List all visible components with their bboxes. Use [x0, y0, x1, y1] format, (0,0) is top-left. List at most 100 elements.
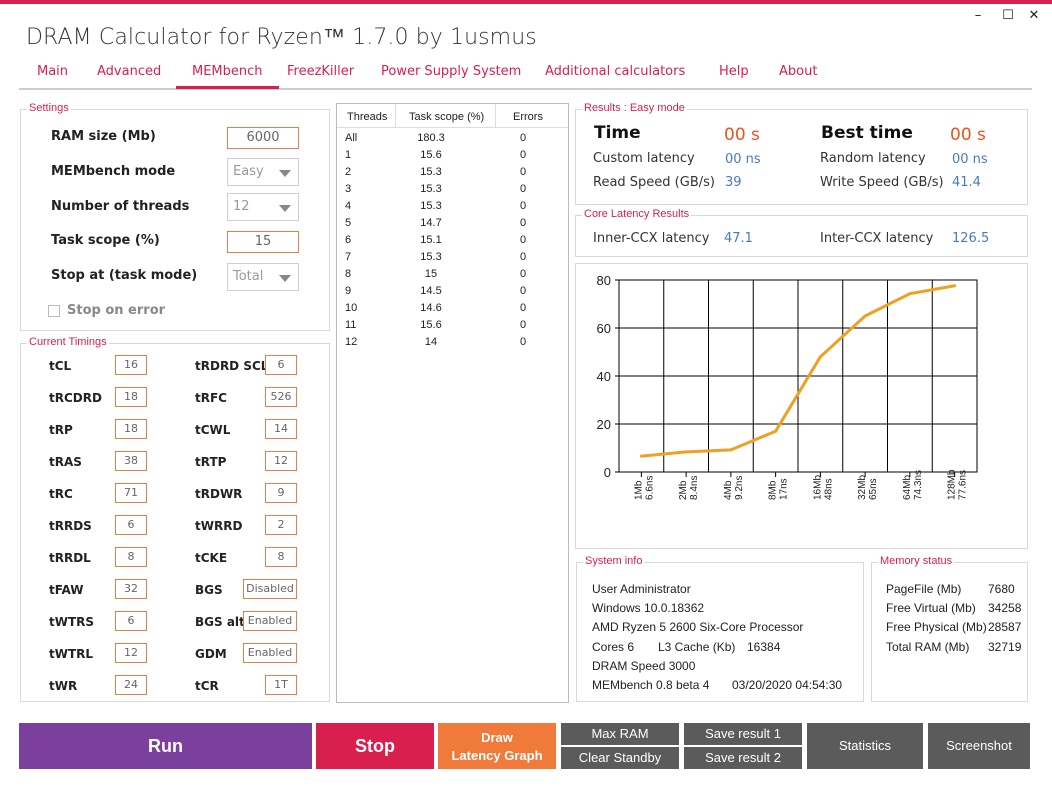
timing-label: tWTRL [49, 647, 94, 661]
timing-value: 9 [265, 483, 297, 503]
clear-standby-button[interactable]: Clear Standby [561, 747, 679, 769]
table-cell-scope: 14.5 [420, 285, 442, 297]
settings-group: Settings RAM size (Mb) 6000 MEMbench mod… [20, 102, 330, 331]
timing-value: Disabled [243, 579, 297, 599]
stop-button[interactable]: Stop [316, 723, 434, 769]
threads-select[interactable]: 12 [227, 193, 299, 221]
maximize-button[interactable]: ☐ [998, 8, 1018, 23]
random-latency-label: Random latency [820, 151, 926, 166]
read-speed-label: Read Speed (GB/s) [593, 175, 715, 190]
y-tick-label: 60 [597, 321, 611, 336]
stop-on-error-checkbox[interactable] [48, 305, 60, 317]
task-scope-label: Task scope (%) [51, 233, 160, 248]
minimize-button[interactable]: – [968, 8, 988, 23]
timing-value: 71 [115, 483, 147, 503]
table-cell-thread: 8 [345, 268, 352, 280]
accent-bar [0, 0, 1052, 4]
header-divider [495, 104, 496, 128]
threads-table: Threads Task scope (%) Errors All 180.3 0 1… [336, 103, 569, 703]
save-result-2-button[interactable]: Save result 2 [684, 747, 802, 769]
table-cell-scope: 15.3 [420, 166, 442, 178]
tab-power-supply[interactable]: Power Supply System [381, 64, 521, 79]
column-header-task-scope: Task scope (%) [409, 111, 485, 123]
tab-help[interactable]: Help [719, 64, 749, 79]
inner-ccx-value: 47.1 [724, 231, 753, 246]
timing-value: 1T [265, 675, 297, 695]
table-cell-scope: 15.3 [420, 200, 442, 212]
x-tick-label: 64Mb74.3ns [902, 470, 924, 500]
y-tick-label: 20 [597, 417, 611, 432]
memory-value: 32719 [988, 640, 1022, 654]
table-cell-thread: 10 [345, 302, 358, 314]
x-tick-label-line: 65ns [868, 478, 879, 500]
core-latency-group: Core Latency Results Inner-CCX latency 4… [575, 208, 1028, 257]
custom-latency-value: 00 ns [725, 152, 761, 167]
timings-group: Current Timings tCL 16 tRCDRD 18 tRP 18 … [20, 336, 330, 702]
y-tick-label: 80 [597, 273, 611, 288]
timing-value: 18 [115, 419, 147, 439]
data-point [639, 454, 643, 458]
table-cell-errors: 0 [519, 217, 527, 229]
table-cell-errors: 0 [519, 268, 527, 280]
app-title: DRAM Calculator for Ryzen™ 1.7.0 by 1usm… [26, 25, 537, 50]
save-result-1-button[interactable]: Save result 1 [684, 723, 802, 745]
timing-label: tRTP [195, 455, 227, 469]
table-cell-scope: 15.6 [420, 149, 442, 161]
datetime-info: 03/20/2020 04:54:30 [732, 678, 843, 692]
timing-label: tRP [49, 423, 73, 437]
tab-about[interactable]: About [779, 64, 817, 79]
tab-membench[interactable]: MEMbench [176, 64, 279, 89]
table-cell-errors: 0 [519, 319, 527, 331]
stop-at-select[interactable]: Total [227, 263, 299, 291]
close-button[interactable]: ✕ [1024, 8, 1044, 23]
tab-advanced[interactable]: Advanced [97, 64, 161, 79]
memory-label: Free Physical (Mb) [886, 620, 987, 634]
system-info-group: System info User Administrator Windows 1… [576, 555, 864, 702]
l3-cache-value: 16384 [747, 640, 781, 654]
statistics-button[interactable]: Statistics [807, 723, 923, 769]
x-tick-label: 2Mb8.4ns [678, 476, 700, 500]
table-cell-errors: 0 [519, 183, 527, 195]
task-scope-input[interactable]: 15 [227, 231, 299, 253]
memory-status-title: Memory status [878, 555, 955, 567]
tab-additional-calculators[interactable]: Additional calculators [545, 64, 685, 79]
column-header-errors: Errors [513, 111, 543, 123]
best-time-label: Best time [821, 123, 913, 143]
tab-main[interactable]: Main [37, 64, 68, 79]
data-point [729, 448, 733, 452]
table-cell-errors: 0 [519, 132, 527, 144]
inter-ccx-label: Inter-CCX latency [820, 231, 934, 246]
timing-label: tRCDRD [49, 391, 102, 405]
ram-size-input[interactable]: 6000 [227, 127, 299, 149]
timing-label: tRDWR [195, 487, 243, 501]
max-ram-button[interactable]: Max RAM [561, 723, 679, 745]
inter-ccx-value: 126.5 [952, 231, 990, 246]
x-tick-label-line: 8Mb [768, 480, 779, 500]
x-tick-label-line: 77.6ns [958, 470, 969, 500]
screenshot-button[interactable]: Screenshot [928, 723, 1030, 769]
run-button[interactable]: Run [19, 723, 312, 769]
latency-chart-panel: 0 20 40 60 80 1Mb6.6ns 2Mb8.4ns 4Mb9.2ns 8Mb17ns… [575, 263, 1028, 549]
table-cell-errors: 0 [519, 166, 527, 178]
draw-latency-graph-button[interactable]: Draw Latency Graph [438, 723, 556, 769]
membench-mode-label: MEMbench mode [51, 164, 176, 179]
stop-at-value: Total [233, 269, 264, 284]
x-tick-label: 1Mb6.6ns [633, 476, 655, 500]
table-cell-scope: 15.6 [420, 319, 442, 331]
tab-freezkiller[interactable]: FreezKiller [287, 64, 354, 79]
table-cell-scope: 14.7 [420, 217, 442, 229]
y-tick-label: 0 [604, 465, 611, 480]
timing-value: 18 [115, 387, 147, 407]
membench-mode-select[interactable]: Easy [227, 158, 299, 186]
x-tick-label-line: 16Mb [812, 475, 823, 500]
table-cell-thread: 2 [345, 166, 352, 178]
timing-value: 14 [265, 419, 297, 439]
dram-speed-info: DRAM Speed 3000 [592, 659, 696, 673]
timing-label: tCWL [195, 423, 231, 437]
settings-title: Settings [27, 102, 71, 114]
custom-latency-label: Custom latency [593, 151, 695, 166]
timing-label: tWTRS [49, 615, 95, 629]
table-cell-thread: 4 [345, 200, 352, 212]
read-speed-value: 39 [725, 175, 742, 190]
stop-on-error-label: Stop on error [67, 303, 166, 318]
